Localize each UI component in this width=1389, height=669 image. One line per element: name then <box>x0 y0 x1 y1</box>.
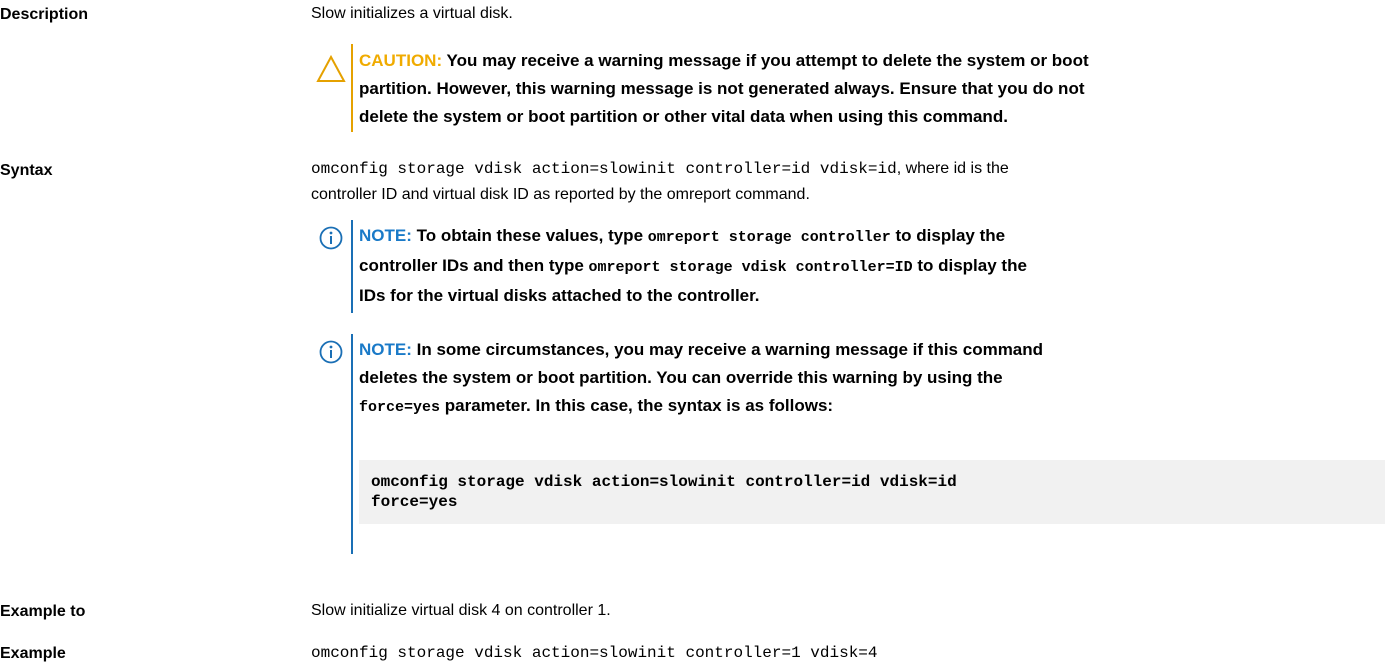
note-1-part3: controller IDs and then type <box>359 256 589 275</box>
note-1-bar <box>351 220 353 313</box>
caution-line-3: delete the system or boot partition or o… <box>359 107 1008 126</box>
caution-line-1: You may receive a warning message if you… <box>442 51 1089 70</box>
note-1-tag: NOTE: <box>359 226 412 245</box>
caution-bar <box>351 44 353 132</box>
note-1-part4: to display the <box>912 256 1027 275</box>
note-1-part1: To obtain these values, type <box>411 226 648 245</box>
note-1-code1: omreport storage controller <box>647 229 891 246</box>
note-2-line2: deletes the system or boot partition. Yo… <box>359 368 1003 387</box>
description-label: Description <box>0 6 89 23</box>
note-2-bar <box>351 334 353 554</box>
note-1-text: NOTE: To obtain these values, type omrep… <box>359 222 1385 310</box>
note-2-text: NOTE: In some circumstances, you may rec… <box>359 336 1385 422</box>
note-1-part5: IDs for the virtual disks attached to th… <box>359 286 760 305</box>
caution-line-2: partition. However, this warning message… <box>359 79 1085 98</box>
example-text: omconfig storage vdisk action=slowinit c… <box>311 640 1385 666</box>
syntax-code: omconfig storage vdisk action=slowinit c… <box>311 160 897 178</box>
note-2-line1: In some circumstances, you may receive a… <box>411 340 1044 359</box>
example-label: Example <box>0 645 66 662</box>
syntax-code-block: omconfig storage vdisk action=slowinit c… <box>359 460 1385 524</box>
example-to-label: Example to <box>0 603 86 620</box>
description-text: Slow initializes a virtual disk. <box>311 5 513 22</box>
syntax-text-line2: controller ID and virtual disk ID as rep… <box>311 186 810 203</box>
note-1-part2: to display the <box>890 226 1006 245</box>
note-2-tag: NOTE: <box>359 340 412 359</box>
code-block-line-2: force=yes <box>371 493 458 511</box>
note-callout-1: NOTE: To obtain these values, type omrep… <box>311 220 1385 313</box>
example-to-text: Slow initialize virtual disk 4 on contro… <box>311 602 611 619</box>
caution-tag: CAUTION: <box>359 51 443 70</box>
warning-triangle-icon <box>316 54 346 82</box>
caution-text: CAUTION: You may receive a warning messa… <box>359 47 1385 131</box>
syntax-text-after-code: , where id is the <box>896 160 1009 177</box>
code-block-line-1: omconfig storage vdisk action=slowinit c… <box>371 473 957 491</box>
example-code: omconfig storage vdisk action=slowinit c… <box>311 644 878 662</box>
note-2-code: force=yes <box>359 399 441 416</box>
note-callout-2: NOTE: In some circumstances, you may rec… <box>311 334 1385 554</box>
syntax-text: omconfig storage vdisk action=slowinit c… <box>311 156 1385 208</box>
info-circle-icon <box>319 340 343 364</box>
info-circle-icon <box>319 226 343 250</box>
syntax-label: Syntax <box>0 162 53 179</box>
note-2-line3-rest: parameter. In this case, the syntax is a… <box>440 396 834 415</box>
caution-callout: CAUTION: You may receive a warning messa… <box>311 44 1385 132</box>
note-1-code2: omreport storage vdisk controller=ID <box>588 259 913 276</box>
